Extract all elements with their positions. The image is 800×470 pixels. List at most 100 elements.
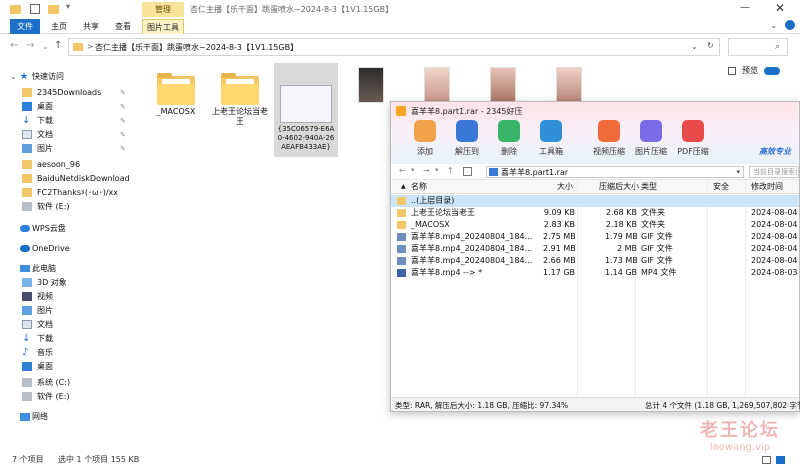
nav-item-fc2thanks[interactable]: FC2Thanks♯(･ω･)/xx	[0, 186, 140, 200]
pdf-compress-button[interactable]: PDF压缩	[673, 120, 713, 157]
archive-path: 喜羊羊8.part1.rar	[501, 168, 569, 177]
column-modified[interactable]: 修改时间	[751, 180, 783, 194]
recent-chevron-icon[interactable]: ⌄	[42, 42, 49, 51]
nav-item-desktop[interactable]: 桌面 ✎	[0, 100, 140, 114]
folder-icon	[157, 73, 195, 105]
checkbox-icon[interactable]	[30, 4, 40, 14]
dropdown-arrow-icon[interactable]: ▾	[435, 166, 439, 174]
address-bar[interactable]: > 杏仁主播【乐干面】跳蛋喷水~2024-8-3【1V1.15GB】 ⌄ ↻	[68, 38, 720, 56]
image-thumbnail[interactable]	[556, 67, 582, 103]
toggle-switch[interactable]	[764, 67, 780, 75]
expand-chevron-icon[interactable]: ⌄	[10, 70, 17, 84]
close-button[interactable]: ✕	[775, 1, 785, 15]
nav-item-drive-e[interactable]: 软件 (E:)	[0, 200, 140, 214]
tab-file[interactable]: 文件	[10, 19, 40, 34]
preview-pane-toggle[interactable]: 预览	[728, 65, 792, 77]
pro-badge[interactable]: 高效专业	[759, 146, 791, 157]
address-dropdown-icon[interactable]: ⌄	[691, 42, 698, 51]
up-arrow-icon[interactable]: ↑	[447, 166, 454, 175]
archive-totals: 总计 4 个文件 (1.18 GB, 1,269,507,802 字节)	[645, 401, 800, 410]
archive-row[interactable]: 喜羊羊8.mp4_20240804_184... 2.75 MB 1.79 MB GI…	[391, 231, 800, 243]
nav-item-2345downloads[interactable]: 2345Downloads ✎	[0, 86, 140, 100]
breadcrumb-separator: >	[87, 42, 94, 51]
new-folder-icon[interactable]	[48, 5, 59, 14]
image-thumbnail[interactable]	[490, 67, 516, 103]
nav-label: 软件 (E:)	[37, 392, 70, 401]
archive-row[interactable]: 喜羊羊8.mp4_20240804_184... 2.91 MB 2 MB GIF 文…	[391, 243, 800, 255]
forward-arrow-icon[interactable]: →	[26, 40, 34, 51]
dropdown-arrow-icon[interactable]: ▾	[411, 166, 415, 174]
archive-row[interactable]: 上老王论坛当老王 9.09 KB 2.68 KB 文件夹 2024-08-04 18	[391, 207, 800, 219]
file-tile[interactable]: 上老王论坛当老王	[209, 65, 271, 127]
archive-row[interactable]: ..(上层目录)	[391, 195, 799, 207]
nav-label: 桌面	[37, 362, 53, 371]
tab-home[interactable]: 主页	[46, 19, 72, 34]
toolbox-button[interactable]: 工具箱	[531, 120, 571, 157]
sort-arrow-icon[interactable]: ▲	[401, 180, 406, 194]
nav-pc-music[interactable]: ♪ 音乐	[0, 346, 140, 360]
view-mode-icon[interactable]	[463, 167, 472, 176]
archive-search-input[interactable]: 当前目录搜索(文件	[749, 166, 799, 178]
toolbar-label: 删除	[501, 147, 517, 156]
nav-pc-pictures[interactable]: 图片	[0, 304, 140, 318]
toolbar-label: 图片压缩	[635, 147, 667, 156]
video-compress-button[interactable]: 视频压缩	[589, 120, 629, 157]
nav-quick-access[interactable]: ⌄ ★ 快速访问	[0, 70, 140, 84]
column-packed-size[interactable]: 压缩后大小	[599, 180, 639, 194]
tab-picture-tools[interactable]: 图片工具	[142, 19, 184, 34]
nav-pc-downloads[interactable]: ↓ 下载	[0, 332, 140, 346]
help-icon[interactable]	[785, 20, 795, 30]
column-type[interactable]: 类型	[641, 180, 657, 194]
nav-item-aesoon[interactable]: aesoon_96	[0, 158, 140, 172]
nav-network[interactable]: 网络	[0, 410, 140, 424]
archive-row[interactable]: 喜羊羊8.mp4_20240804_184... 2.66 MB 1.73 MB GI…	[391, 255, 800, 267]
nav-onedrive[interactable]: OneDrive	[0, 242, 140, 256]
row-packed-size: 1.73 MB	[605, 256, 637, 265]
nav-this-pc[interactable]: 此电脑	[0, 262, 140, 276]
nav-pc-desktop[interactable]: 桌面	[0, 360, 140, 374]
image-compress-button[interactable]: 图片压缩	[631, 120, 671, 157]
path-dropdown-icon[interactable]: ▾	[736, 167, 740, 178]
archive-row[interactable]: 喜羊羊8.mp4 --> * 1.17 GB 1.14 GB MP4 文件 2024-0…	[391, 267, 800, 279]
toolbar-label: PDF压缩	[677, 147, 709, 156]
nav-pc-drive-e[interactable]: 软件 (E:)	[0, 390, 140, 404]
add-button[interactable]: 添加	[405, 120, 445, 157]
nav-item-documents[interactable]: 文档 ✎	[0, 128, 140, 142]
archive-row[interactable]: _MACOSX 2.83 KB 2.18 KB 文件夹 2024-08-04 18	[391, 219, 800, 231]
extract-to-button[interactable]: 解压到	[447, 120, 487, 157]
nav-label: WPS云盘	[32, 224, 66, 233]
image-thumbnail[interactable]	[424, 67, 450, 103]
expand-ribbon-icon[interactable]: ⌄	[770, 21, 778, 31]
column-name[interactable]: 名称	[411, 180, 427, 194]
breadcrumb[interactable]: 杏仁主播【乐干面】跳蛋喷水~2024-8-3【1V1.15GB】	[95, 42, 298, 53]
forward-arrow-icon[interactable]: →	[423, 166, 430, 175]
video-compress-icon	[598, 120, 620, 142]
back-arrow-icon[interactable]: ←	[399, 166, 406, 175]
minimize-button[interactable]: —	[740, 2, 750, 13]
back-arrow-icon[interactable]: ←	[10, 40, 18, 51]
tab-view[interactable]: 查看	[110, 19, 136, 34]
nav-pc-drive-c[interactable]: 系统 (C:)	[0, 376, 140, 390]
nav-pc-3d[interactable]: 3D 对象	[0, 276, 140, 290]
nav-pc-videos[interactable]: 视频	[0, 290, 140, 304]
file-tile-selected[interactable]: {35C06579-E6A0-4602-940A-26AEAFB433AE}	[274, 63, 338, 157]
image-thumbnail[interactable]	[358, 67, 384, 103]
quick-access-dropdown-icon[interactable]: ▾	[66, 2, 70, 11]
tab-share[interactable]: 共享	[78, 19, 104, 34]
nav-item-downloads[interactable]: ↓ 下载 ✎	[0, 114, 140, 128]
file-tile[interactable]: _MACOSX	[145, 65, 207, 117]
nav-pc-documents[interactable]: 文档	[0, 318, 140, 332]
nav-item-baidunetdisk[interactable]: BaiduNetdiskDownload	[0, 172, 140, 186]
nav-wps-cloud[interactable]: WPS云盘	[0, 222, 140, 236]
delete-button[interactable]: 删除	[489, 120, 529, 157]
picture-icon	[22, 306, 32, 315]
column-size[interactable]: 大小	[557, 180, 573, 194]
folder-icon	[73, 43, 83, 51]
refresh-icon[interactable]: ↻	[707, 41, 714, 50]
column-security[interactable]: 安全	[713, 180, 729, 194]
network-icon	[20, 413, 30, 421]
search-input[interactable]: ⌕	[728, 38, 788, 56]
nav-item-pictures[interactable]: 图片 ✎	[0, 142, 140, 156]
up-arrow-icon[interactable]: ↑	[54, 40, 62, 51]
archive-path-field[interactable]: 喜羊羊8.part1.rar ▾	[486, 166, 744, 178]
